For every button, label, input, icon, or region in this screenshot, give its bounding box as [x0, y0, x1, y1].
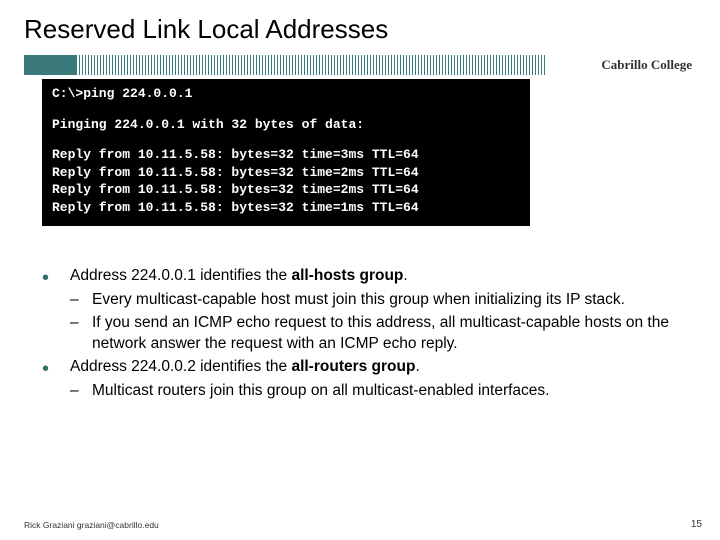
header-bar: Cabrillo College [24, 55, 696, 75]
bullet-text: Address 224.0.0.2 identifies the all-rou… [70, 357, 692, 378]
bullet-text: Address 224.0.0.1 identifies the all-hos… [70, 266, 692, 287]
college-wrap: Cabrillo College [546, 55, 696, 75]
terminal-reply: Reply from 10.11.5.58: bytes=32 time=2ms… [52, 181, 520, 199]
sub-text: Multicast routers join this group on all… [92, 381, 692, 402]
content-area: • Address 224.0.0.1 identifies the all-h… [0, 226, 720, 402]
dash-icon: – [70, 313, 92, 334]
page-number: 15 [691, 519, 702, 530]
terminal-reply: Reply from 10.11.5.58: bytes=32 time=2ms… [52, 164, 520, 182]
bullet-post: . [403, 267, 407, 284]
bullet-bold: all-routers group [291, 358, 415, 375]
sub-item: – Multicast routers join this group on a… [70, 381, 692, 402]
bullet-post: . [415, 358, 419, 375]
dash-icon: – [70, 381, 92, 402]
terminal-header: Pinging 224.0.0.1 with 32 bytes of data: [52, 116, 520, 134]
bullet-dot-icon: • [42, 266, 70, 288]
bullet-pre: Address 224.0.0.1 identifies the [70, 267, 291, 284]
bullet-pre: Address 224.0.0.2 identifies the [70, 358, 291, 375]
sub-item: – Every multicast-capable host must join… [70, 290, 692, 311]
bullet-bold: all-hosts group [291, 267, 403, 284]
bullet-dot-icon: • [42, 357, 70, 379]
footer-credit: Rick Graziani graziani@cabrillo.edu [24, 520, 159, 530]
slide-title: Reserved Link Local Addresses [0, 0, 720, 55]
terminal-output: C:\>ping 224.0.0.1 Pinging 224.0.0.1 wit… [42, 79, 530, 226]
college-label: Cabrillo College [601, 57, 692, 73]
sub-item: – If you send an ICMP echo request to th… [70, 313, 692, 355]
terminal-reply: Reply from 10.11.5.58: bytes=32 time=1ms… [52, 199, 520, 217]
bullet-item: • Address 224.0.0.1 identifies the all-h… [42, 266, 692, 288]
terminal-cmd: C:\>ping 224.0.0.1 [52, 85, 520, 103]
dash-icon: – [70, 290, 92, 311]
bullet-item: • Address 224.0.0.2 identifies the all-r… [42, 357, 692, 379]
sub-text: Every multicast-capable host must join t… [92, 290, 692, 311]
bar-accent [24, 55, 76, 75]
terminal-reply: Reply from 10.11.5.58: bytes=32 time=3ms… [52, 146, 520, 164]
bar-stripes [76, 55, 546, 75]
sub-text: If you send an ICMP echo request to this… [92, 313, 692, 355]
